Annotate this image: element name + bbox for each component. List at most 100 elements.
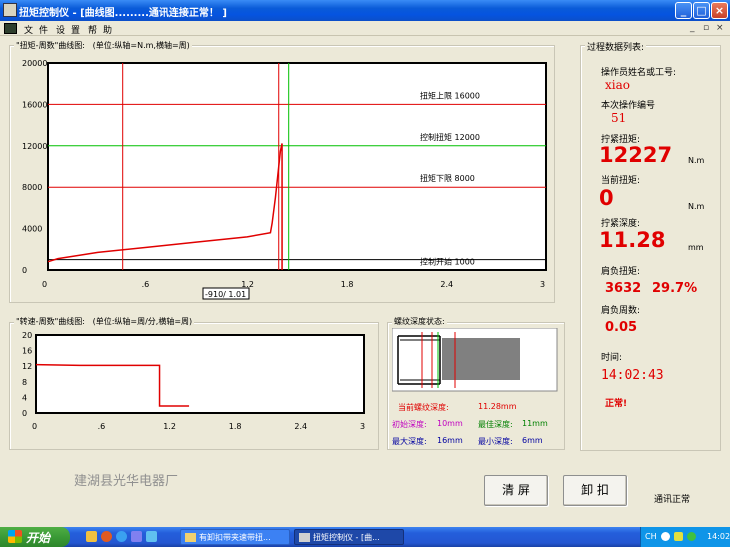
thread-depth-title: 螺纹深度状态:: [392, 316, 447, 327]
mdi-restore-button[interactable]: ▫: [703, 23, 709, 33]
maximize-button[interactable]: □: [693, 2, 710, 19]
system-tray: CH 14:02: [640, 527, 730, 547]
max-depth-label: 最大深度:: [392, 437, 427, 446]
speed-x-tick: 2.4: [294, 422, 307, 431]
bolt-body: [442, 338, 520, 380]
desktop-icon[interactable]: [146, 531, 157, 542]
document-icon[interactable]: [4, 23, 17, 34]
ie-icon[interactable]: [116, 531, 127, 542]
speed-y-tick: 8: [22, 378, 27, 387]
cursor-readout: -910/ 1.01: [205, 290, 246, 299]
tray-icon-2[interactable]: [674, 532, 683, 541]
task-app-label: 扭矩控制仪 - [曲...: [313, 533, 380, 542]
speed-y-tick: 20: [22, 331, 32, 340]
op-no-label: 本次操作编号: [601, 101, 656, 111]
speed-y-tick: 12: [22, 362, 32, 371]
menu-item-she[interactable]: 设: [56, 23, 65, 36]
menu-item-bang[interactable]: 帮: [88, 23, 97, 36]
app-icon[interactable]: [3, 3, 17, 17]
current-depth-value: 11.28mm: [478, 402, 517, 411]
operator-value: xiao: [605, 78, 630, 92]
torque-y-tick: 4000: [22, 225, 42, 234]
comm-status: 通讯正常: [654, 495, 691, 505]
shoulder-torque-label: 肩负扭矩:: [601, 267, 641, 277]
best-depth-value: 11mm: [522, 419, 548, 428]
time-label: 时间:: [601, 353, 623, 363]
folder-icon: [185, 533, 196, 542]
clear-screen-button[interactable]: 清 屏: [484, 475, 548, 506]
speed-x-tick: 3: [360, 422, 365, 431]
torque-y-tick: 0: [22, 266, 27, 275]
current-torque-label: 当前扭矩:: [601, 176, 641, 186]
quicklaunch-icon-4[interactable]: [131, 531, 142, 542]
speed-y-tick: 0: [22, 409, 27, 418]
shoulder-torque-pct: 29.7%: [652, 281, 698, 296]
torque-y-tick: 16000: [22, 100, 47, 109]
menu-item-zhi[interactable]: 置: [71, 23, 80, 36]
unload-button[interactable]: 卸 扣: [563, 475, 627, 506]
speed-x-tick: .6: [98, 422, 106, 431]
ime-indicator[interactable]: CH: [645, 532, 657, 541]
time-value: 14:02:43: [601, 368, 664, 383]
torque-x-tick: 3: [540, 280, 545, 289]
quicklaunch-icon-1[interactable]: [86, 531, 97, 542]
torque-x-tick: 2.4: [440, 280, 453, 289]
close-button[interactable]: ×: [711, 2, 728, 19]
speed-plot-area: [35, 334, 365, 414]
tray-icon-1[interactable]: [661, 532, 670, 541]
menu-item-jian[interactable]: 件: [39, 23, 48, 36]
speed-chart-title: "转速-周数"曲线图: (单位:纵轴=周/分,横轴=周): [14, 316, 195, 327]
task-folder-label: 有卸扣带夹速带扭...: [199, 533, 271, 542]
thread-depth-graphic: [392, 328, 558, 392]
torque-chart-title: "扭矩-周数"曲线图: (单位:纵轴=N.m,横轴=周): [14, 40, 192, 51]
app-task-icon: [299, 533, 310, 542]
task-folder[interactable]: 有卸扣带夹速带扭...: [180, 529, 290, 545]
menu-item-wen[interactable]: 文: [24, 23, 33, 36]
min-depth-value: 6mm: [522, 436, 543, 445]
speed-y-tick: 16: [22, 347, 32, 356]
speed-chart: 0 4 8 12 16 20 0 .6 1.2 1.8 2.4 3: [22, 331, 365, 431]
operator-label: 操作员姓名或工号:: [601, 68, 677, 78]
tray-icon-3[interactable]: [687, 532, 696, 541]
shoulder-turns-value: 0.05: [605, 320, 638, 335]
torque-hline-label-3: 控制开始 1000: [420, 257, 475, 267]
torque-chart: 扭矩上限 16000 控制扭矩 12000 扭矩下限 8000 控制开始 1000 0…: [22, 59, 547, 300]
windows-logo-icon: [8, 530, 22, 543]
speed-x-tick: 1.8: [229, 422, 242, 431]
menu-bar: 文 件 设 置 帮 助 _ ▫ ×: [0, 21, 730, 36]
best-depth-label: 最佳深度:: [478, 420, 513, 429]
speed-y-tick: 4: [22, 393, 27, 402]
current-torque-value: 0: [599, 186, 614, 210]
process-data-title: 过程数据列表:: [585, 40, 647, 53]
max-depth-value: 16mm: [437, 436, 463, 445]
clock: 14:02: [707, 532, 730, 541]
minimize-button[interactable]: _: [675, 2, 692, 19]
window-title: 扭矩控制仪 - [曲线图.........通讯连接正常！ ]: [19, 8, 227, 19]
task-torque-app[interactable]: 扭矩控制仪 - [曲...: [294, 529, 404, 545]
current-depth-label: 当前螺纹深度:: [398, 403, 449, 412]
menu-item-zhu[interactable]: 助: [103, 23, 112, 36]
torque-x-tick: .6: [142, 280, 150, 289]
depth-unit: mm: [688, 243, 704, 252]
initial-depth-label: 初始深度:: [392, 420, 427, 429]
torque-x-tick: 0: [42, 280, 47, 289]
company-name: 建湖县光华电器厂: [74, 474, 179, 489]
mdi-close-button[interactable]: ×: [716, 23, 724, 33]
speed-x-tick: 0: [32, 422, 37, 431]
title-bar: 扭矩控制仪 - [曲线图.........通讯连接正常！ ] _ □ ×: [0, 0, 730, 21]
initial-depth-value: 10mm: [437, 419, 463, 428]
start-button[interactable]: 开始: [0, 527, 70, 547]
speed-x-tick: 1.2: [163, 422, 176, 431]
status-value: 正常!: [605, 399, 628, 409]
mdi-minimize-button[interactable]: _: [690, 23, 695, 33]
op-no-value: 51: [611, 111, 627, 125]
torque-hline-label-2: 扭矩下限 8000: [420, 173, 475, 183]
depth-value: 11.28: [599, 228, 666, 252]
tight-torque-unit: N.m: [688, 156, 705, 165]
torque-hline-label-0: 扭矩上限 16000: [420, 90, 480, 100]
shoulder-torque-value: 3632: [605, 281, 642, 296]
torque-y-tick: 20000: [22, 59, 47, 68]
quicklaunch-icon-2[interactable]: [101, 531, 112, 542]
tight-torque-value: 12227: [599, 143, 673, 167]
torque-y-tick: 8000: [22, 183, 42, 192]
